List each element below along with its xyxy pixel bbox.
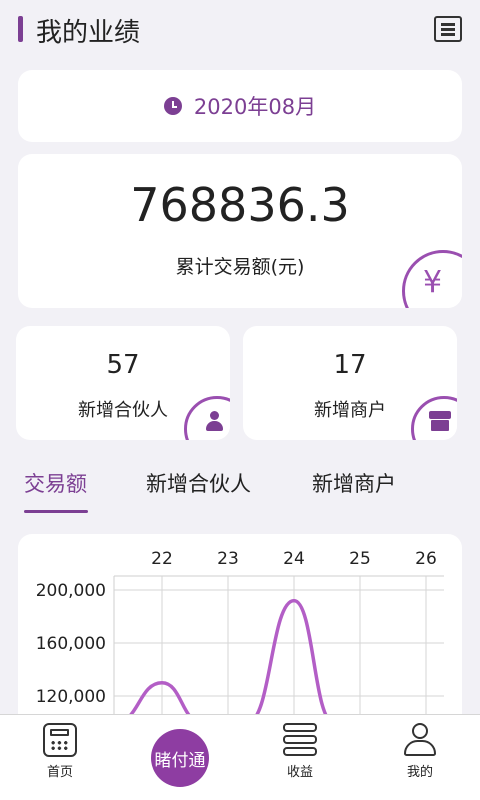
chart-card: 22 23 24 25 26 200,000 160,000 120,000	[18, 534, 462, 744]
title-accent-bar	[18, 16, 23, 42]
date-selector[interactable]: 2020年08月	[18, 70, 462, 142]
nav-mine[interactable]: 我的	[380, 723, 460, 780]
total-transaction-card: 768836.3 累计交易额(元) ¥	[18, 154, 462, 308]
x-tick-label: 26	[415, 549, 437, 569]
tab-new-partners[interactable]: 新增合伙人	[146, 468, 251, 498]
list-menu-icon[interactable]	[434, 16, 462, 42]
calculator-icon	[43, 723, 77, 757]
x-tick-label: 24	[283, 549, 305, 569]
shop-icon	[429, 411, 451, 431]
nav-home-label: 首页	[46, 765, 73, 780]
series-line	[115, 598, 335, 725]
y-tick-label: 160,000	[36, 634, 106, 654]
x-tick-label: 23	[217, 549, 239, 569]
total-value: 768836.3	[130, 178, 350, 232]
bottom-nav: 首页 睹付通 收益 我的	[0, 714, 480, 800]
nav-mine-label: 我的	[406, 765, 433, 780]
brand-center-label: 睹付通	[154, 751, 206, 771]
y-tick-label: 120,000	[36, 687, 106, 707]
new-partners-value: 57	[106, 350, 140, 380]
stack-icon	[283, 723, 317, 757]
page-title: 我的业绩	[36, 18, 141, 48]
total-label: 累计交易额(元)	[175, 256, 305, 278]
date-label: 2020年08月	[193, 95, 317, 119]
clock-icon	[163, 97, 182, 115]
line-chart[interactable]: 22 23 24 25 26 200,000 160,000 120,000	[18, 534, 462, 744]
nav-income[interactable]: 收益	[260, 723, 340, 780]
nav-income-label: 收益	[286, 765, 313, 780]
new-merchants-card: 17 新增商户	[243, 326, 457, 440]
chart-tabs: 交易额 新增合伙人 新增商户	[0, 458, 480, 518]
nav-home[interactable]: 首页	[20, 723, 100, 780]
tab-new-merchants[interactable]: 新增商户	[312, 468, 396, 498]
tab-transaction-amount[interactable]: 交易额	[24, 468, 87, 498]
active-tab-indicator	[24, 510, 88, 513]
y-tick-label: 200,000	[36, 581, 106, 601]
user-icon	[403, 723, 437, 757]
x-tick-label: 25	[349, 549, 371, 569]
brand-center-button[interactable]: 睹付通	[151, 729, 209, 787]
x-tick-label: 22	[151, 549, 173, 569]
new-partners-card: 57 新增合伙人	[16, 326, 230, 440]
currency-symbol: ¥	[423, 265, 443, 300]
header-bar: 我的业绩	[0, 0, 480, 60]
new-merchants-value: 17	[333, 350, 367, 380]
person-icon	[204, 411, 224, 433]
